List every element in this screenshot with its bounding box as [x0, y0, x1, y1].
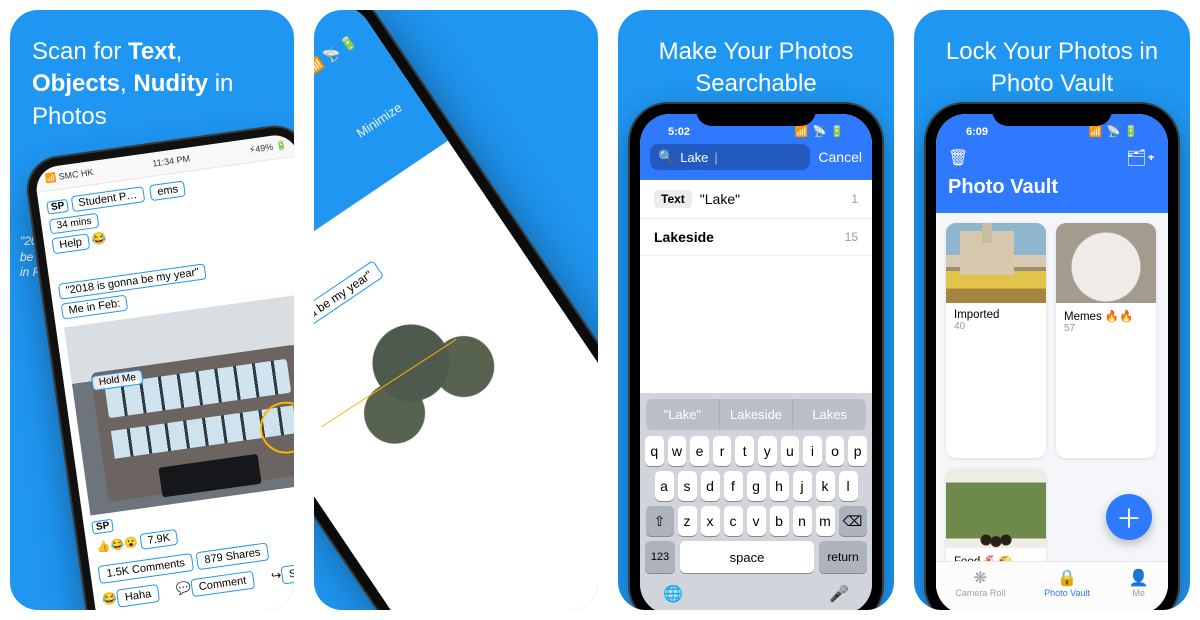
key-return[interactable]: return	[819, 541, 867, 573]
result-row-text[interactable]: Text "Lake" 1	[640, 180, 872, 219]
album-thumb	[1056, 223, 1156, 303]
emoji-icon[interactable]: 🌐	[663, 584, 683, 604]
key-123[interactable]: 123	[645, 541, 675, 573]
album-thumb	[946, 468, 1046, 548]
comment-button[interactable]: Comment	[190, 571, 256, 598]
promo-panel-3: Make Your Photos Searchable 5:02 📶📡🔋 🔍 L…	[618, 10, 894, 610]
key-k[interactable]: k	[816, 471, 835, 501]
key-q[interactable]: q	[645, 436, 664, 466]
lock-icon: 🔒	[1044, 568, 1090, 588]
tab-photo-vault[interactable]: 🔒 Photo Vault	[1044, 568, 1090, 598]
key-n[interactable]: n	[793, 506, 812, 536]
promo-panel-1: Scan for Text, Objects, Nudity in Photos…	[10, 10, 294, 610]
albums-grid: Imported 40 Memes 🔥🔥 57 Food 🐔🌮 14	[936, 213, 1168, 610]
tabbar: ❋ Camera Roll 🔒 Photo Vault 👤 Me	[936, 561, 1168, 610]
headline-4: Lock Your Photos in Photo Vault	[914, 10, 1190, 101]
key-f[interactable]: f	[724, 471, 743, 501]
key-u[interactable]: u	[781, 436, 800, 466]
key-j[interactable]: j	[793, 471, 812, 501]
vault-header: 6:09 📶📡🔋 🗑 🗂᛭ Photo Vault	[936, 114, 1168, 213]
status-icons: 📶📡🔋	[1089, 125, 1138, 138]
status-time: 5:02	[668, 126, 690, 138]
page-title: Photo Vault	[948, 176, 1156, 199]
mock-phone-4: 6:09 📶📡🔋 🗑 🗂᛭ Photo Vault Imported 4	[926, 104, 1178, 610]
key-m[interactable]: m	[816, 506, 835, 536]
key-d[interactable]: d	[701, 471, 720, 501]
key-w[interactable]: w	[668, 436, 687, 466]
haha-button[interactable]: Haha	[116, 584, 160, 608]
key-space[interactable]: space	[680, 541, 814, 573]
key-x[interactable]: x	[701, 506, 720, 536]
cancel-button[interactable]: Cancel	[818, 149, 862, 165]
mock-phone-3: 5:02 📶📡🔋 🔍 Lake| Cancel Text "Lake"	[630, 104, 882, 610]
key-h[interactable]: h	[770, 471, 789, 501]
key-shift[interactable]: ⇧	[646, 506, 674, 536]
key-i[interactable]: i	[803, 436, 822, 466]
key-c[interactable]: c	[724, 506, 743, 536]
mock-phone-1: 📶 SMC HK 11:34 PM ⚡︎49% 🔋 SP Student P… …	[25, 123, 294, 610]
keyboard-suggestions[interactable]: "Lake" Lakeside Lakes	[646, 399, 866, 430]
key-z[interactable]: z	[678, 506, 697, 536]
chip-ems[interactable]: ems	[149, 180, 186, 201]
key-p[interactable]: p	[848, 436, 867, 466]
tab-me[interactable]: 👤 Me	[1129, 568, 1149, 598]
add-folder-icon[interactable]: 🗂᛭	[1126, 148, 1156, 168]
share-button[interactable]: Share	[280, 560, 294, 584]
album-memes[interactable]: Memes 🔥🔥 57	[1056, 223, 1156, 458]
search-input[interactable]: 🔍 Lake|	[650, 144, 810, 170]
sparkle-icon: ❋	[955, 568, 1005, 588]
key-e[interactable]: e	[690, 436, 709, 466]
detected-labels: Bus, Double Decker, Vehicle	[477, 485, 580, 553]
trash-icon[interactable]: 🗑	[948, 148, 968, 168]
search-icon: 🔍	[658, 149, 674, 165]
status-icons: 📶 📡 🔋	[314, 32, 360, 76]
key-s[interactable]: s	[678, 471, 697, 501]
headline-1: Scan for Text, Objects, Nudity in Photos	[10, 10, 294, 133]
album-imported[interactable]: Imported 40	[946, 223, 1046, 458]
key-b[interactable]: b	[770, 506, 789, 536]
key-o[interactable]: o	[826, 436, 845, 466]
status-icons: 📶📡🔋	[795, 125, 844, 138]
add-button[interactable]: ＋	[1106, 494, 1152, 540]
result-type-chip: Text	[654, 190, 692, 208]
key-backspace[interactable]: ⌫	[839, 506, 867, 536]
promo-panel-4: Lock Your Photos in Photo Vault 6:09 📶📡🔋…	[914, 10, 1190, 610]
person-icon: 👤	[1129, 568, 1149, 588]
headline-3: Make Your Photos Searchable	[618, 10, 894, 101]
album-thumb	[946, 223, 1046, 303]
search-results: Text "Lake" 1 Lakeside 15	[640, 180, 872, 256]
status-time: 6:09	[966, 126, 988, 138]
key-g[interactable]: g	[747, 471, 766, 501]
post-image-bus[interactable]: Hold Me	[64, 293, 294, 516]
mic-icon[interactable]: 🎤	[829, 584, 849, 604]
key-a[interactable]: a	[655, 471, 674, 501]
tab-camera-roll[interactable]: ❋ Camera Roll	[955, 568, 1005, 598]
chip-help[interactable]: Help	[51, 233, 89, 254]
key-r[interactable]: r	[713, 436, 732, 466]
result-row-lakeside[interactable]: Lakeside 15	[640, 219, 872, 256]
avatar-sp: SP	[46, 199, 69, 215]
key-v[interactable]: v	[747, 506, 766, 536]
key-l[interactable]: l	[839, 471, 858, 501]
key-t[interactable]: t	[735, 436, 754, 466]
post: SP Student P… ems 34 mins Help😂 "2018 is…	[37, 156, 294, 610]
promo-panel-2: 6:56 📶 📡 🔋 Scanning Minimize Comment… "2…	[314, 10, 598, 610]
search-query: Lake	[680, 150, 708, 165]
key-y[interactable]: y	[758, 436, 777, 466]
ios-keyboard[interactable]: "Lake" Lakeside Lakes q w e r t y u i o …	[640, 393, 872, 610]
